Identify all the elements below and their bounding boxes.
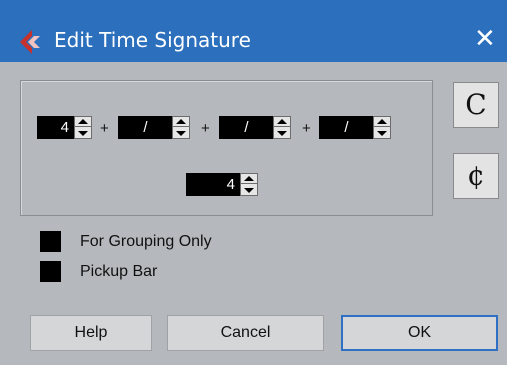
time-signature-group: 4 + / + / + / 4 xyxy=(20,80,433,216)
arrow-down-icon xyxy=(176,131,186,136)
title-bar: Edit Time Signature ✕ xyxy=(0,0,507,62)
denominator-up-button[interactable] xyxy=(241,174,257,184)
pickup-bar-checkbox[interactable] xyxy=(40,261,61,282)
denominator-value[interactable]: 4 xyxy=(186,173,241,196)
numerator-3-value[interactable]: / xyxy=(219,116,274,139)
help-button[interactable]: Help xyxy=(30,315,152,351)
numerator-3-down-button[interactable] xyxy=(274,128,290,138)
numerator-1-value[interactable]: 4 xyxy=(37,116,75,139)
arrow-up-icon xyxy=(377,119,387,124)
numerator-4-value[interactable]: / xyxy=(319,116,374,139)
numerator-1-arrows xyxy=(74,116,92,139)
for-grouping-only-checkbox[interactable] xyxy=(40,231,61,252)
common-time-button[interactable]: C xyxy=(453,82,499,128)
numerator-2-spinner[interactable]: / xyxy=(118,116,190,139)
numerator-2-arrows xyxy=(172,116,190,139)
dialog-body: 4 + / + / + / 4 C ¢ For Grouping Only Pi… xyxy=(0,62,507,365)
denominator-spinner[interactable]: 4 xyxy=(186,173,258,196)
numerator-4-down-button[interactable] xyxy=(374,128,390,138)
for-grouping-only-label: For Grouping Only xyxy=(80,233,212,250)
denominator-down-button[interactable] xyxy=(241,185,257,195)
arrow-down-icon xyxy=(277,131,287,136)
arrow-down-icon xyxy=(244,188,254,193)
numerator-4-spinner[interactable]: / xyxy=(319,116,391,139)
plus-sign: + xyxy=(100,120,109,137)
numerator-1-spinner[interactable]: 4 xyxy=(37,116,92,139)
numerator-4-arrows xyxy=(373,116,391,139)
numerator-3-arrows xyxy=(273,116,291,139)
numerator-1-down-button[interactable] xyxy=(75,128,91,138)
plus-sign: + xyxy=(201,120,210,137)
numerator-3-spinner[interactable]: / xyxy=(219,116,291,139)
arrow-up-icon xyxy=(277,119,287,124)
arrow-down-icon xyxy=(78,131,88,136)
arrow-up-icon xyxy=(176,119,186,124)
pickup-bar-label: Pickup Bar xyxy=(80,263,158,280)
cancel-button[interactable]: Cancel xyxy=(167,315,324,351)
close-icon[interactable]: ✕ xyxy=(474,25,496,53)
numerator-4-up-button[interactable] xyxy=(374,117,390,127)
plus-sign: + xyxy=(302,120,311,137)
cut-time-button[interactable]: ¢ xyxy=(453,153,499,199)
numerator-2-down-button[interactable] xyxy=(173,128,189,138)
window-title: Edit Time Signature xyxy=(54,28,251,52)
arrow-down-icon xyxy=(377,131,387,136)
numerator-1-up-button[interactable] xyxy=(75,117,91,127)
denominator-arrows xyxy=(240,173,258,196)
numerator-3-up-button[interactable] xyxy=(274,117,290,127)
ok-button[interactable]: OK xyxy=(341,315,498,351)
numerator-2-value[interactable]: / xyxy=(118,116,173,139)
arrow-up-icon xyxy=(78,119,88,124)
numerator-2-up-button[interactable] xyxy=(173,117,189,127)
arrow-up-icon xyxy=(244,176,254,181)
cubase-logo-icon xyxy=(20,30,40,54)
